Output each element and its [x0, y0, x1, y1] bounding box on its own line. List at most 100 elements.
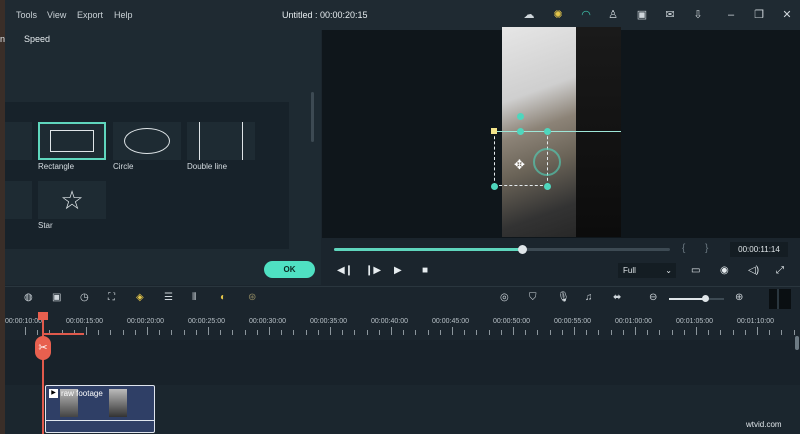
ruler-tick	[439, 330, 441, 335]
corner-handle[interactable]	[491, 128, 497, 134]
resize-handle[interactable]	[517, 128, 524, 135]
zoom-select[interactable]: Full ⌄	[618, 263, 676, 278]
resize-handle[interactable]	[491, 183, 498, 190]
render-icon[interactable]: ◎	[500, 292, 509, 303]
resize-handle[interactable]	[544, 183, 551, 190]
restore-icon[interactable]: ❐	[752, 8, 766, 22]
bulb-icon[interactable]: ✺	[551, 8, 565, 22]
account-icon[interactable]: ♙	[606, 8, 620, 22]
music-icon[interactable]: ♫	[585, 292, 593, 303]
zoom-in-icon[interactable]: ⊕	[735, 292, 743, 303]
play-icon[interactable]: ▶	[394, 265, 402, 276]
layout-toggle[interactable]	[769, 289, 791, 309]
shape-star[interactable]: ☆	[38, 181, 106, 219]
zoom-out-icon[interactable]: ⊖	[649, 292, 657, 303]
ruler-tick	[330, 327, 331, 335]
ruler-tick	[220, 330, 222, 335]
ruler-tick	[635, 327, 636, 335]
ruler-tick	[366, 330, 368, 335]
ruler-label: 00:01:00:00	[615, 318, 652, 325]
ruler-tick	[183, 330, 185, 335]
mark-out-button[interactable]: }	[705, 243, 708, 254]
ruler-tick	[476, 330, 478, 335]
menu-help[interactable]: Help	[114, 10, 133, 20]
crop-icon[interactable]: ⛶	[108, 292, 115, 303]
ruler-tick	[586, 330, 588, 335]
split-scissors-icon[interactable]: ✂	[35, 336, 51, 360]
menu-tools[interactable]: Tools	[16, 10, 37, 20]
fullscreen-icon[interactable]: ⤢	[776, 265, 784, 276]
shape-rectangle[interactable]	[38, 122, 106, 160]
ruler-tick	[793, 330, 795, 335]
step-forward-icon[interactable]: ❙▶	[365, 265, 381, 276]
menu-export[interactable]: Export	[77, 10, 103, 20]
save-icon[interactable]: ▣	[635, 8, 649, 22]
shape-label: Circle	[113, 162, 134, 171]
adjust-icon[interactable]: ☰	[164, 292, 173, 303]
ruler-tick	[598, 330, 600, 335]
move-icon[interactable]: ✥	[514, 157, 525, 173]
rotate-handle[interactable]	[517, 113, 524, 120]
ruler-tick	[427, 330, 429, 335]
close-icon[interactable]: ✕	[780, 8, 794, 22]
marker-icon[interactable]: ⛉	[529, 292, 537, 303]
shape-tile-partial[interactable]	[5, 181, 32, 219]
video-subject	[576, 27, 621, 237]
ruler-tick	[464, 330, 466, 335]
ruler-tick	[159, 330, 161, 335]
ruler-tick	[720, 330, 722, 335]
ruler-tick	[415, 330, 417, 335]
speed-icon[interactable]: ◷	[80, 292, 89, 303]
ruler-tick	[781, 330, 783, 335]
mark-in-button[interactable]: {	[682, 243, 685, 254]
ruler-tick	[378, 330, 380, 335]
volume-icon[interactable]: ◁)	[748, 265, 759, 276]
anchor-target[interactable]	[533, 148, 561, 176]
ruler-tick	[232, 330, 234, 335]
tts-icon[interactable]: ⊛	[248, 292, 256, 303]
color-icon[interactable]: ◍	[24, 292, 33, 303]
stop-icon[interactable]: ■	[422, 265, 428, 276]
ruler-tick	[25, 327, 26, 335]
monitor-icon[interactable]: ▭	[691, 265, 700, 276]
audio-icon[interactable]: ⦀	[192, 292, 196, 303]
ok-button[interactable]: OK	[264, 261, 315, 278]
minimize-icon[interactable]: –	[724, 8, 738, 22]
ruler-tick	[671, 330, 673, 335]
ruler-tick	[500, 330, 502, 335]
menu-view[interactable]: View	[47, 10, 66, 20]
tab-speed[interactable]: Speed	[24, 34, 50, 44]
zoom-slider[interactable]	[669, 298, 724, 300]
ruler-tick	[757, 327, 758, 335]
keyframe-icon[interactable]: ◈	[136, 292, 144, 303]
cloud-icon[interactable]: ☁	[522, 8, 536, 22]
step-back-icon[interactable]: ◀❙	[337, 265, 353, 276]
ruler-tick	[147, 327, 148, 335]
ruler-label: 00:00:45:00	[432, 318, 469, 325]
snapshot-icon[interactable]: ◉	[720, 265, 729, 276]
stabilize-icon[interactable]: ▣	[52, 292, 61, 303]
timeline-scrollbar[interactable]	[795, 336, 799, 350]
ruler-tick	[513, 327, 514, 335]
ruler-tick	[342, 330, 344, 335]
ruler-label: 00:00:15:00	[66, 318, 103, 325]
mail-icon[interactable]: ✉	[663, 8, 677, 22]
headset-icon[interactable]: ◠	[579, 8, 593, 22]
ruler-tick	[98, 330, 100, 335]
shape-label: Rectangle	[38, 162, 75, 171]
panel-scrollbar[interactable]	[311, 92, 314, 142]
fit-icon[interactable]: ⬌	[613, 292, 621, 303]
shape-double-line[interactable]	[187, 122, 255, 160]
zoom-slider-knob[interactable]	[702, 295, 709, 302]
mic-icon[interactable]: 🎙	[557, 292, 570, 303]
shape-circle[interactable]	[113, 122, 181, 160]
motion-icon[interactable]: ◐	[220, 292, 226, 303]
shape-tile-partial[interactable]	[5, 122, 32, 160]
ruler-label: 00:01:10:00	[737, 318, 774, 325]
ruler-tick	[86, 327, 87, 335]
timeline-ruler[interactable]	[5, 312, 800, 340]
playhead-cap[interactable]	[38, 312, 48, 320]
download-icon[interactable]: ⇩	[691, 8, 705, 22]
resize-handle[interactable]	[544, 128, 551, 135]
tab-partial[interactable]: n	[0, 34, 5, 44]
